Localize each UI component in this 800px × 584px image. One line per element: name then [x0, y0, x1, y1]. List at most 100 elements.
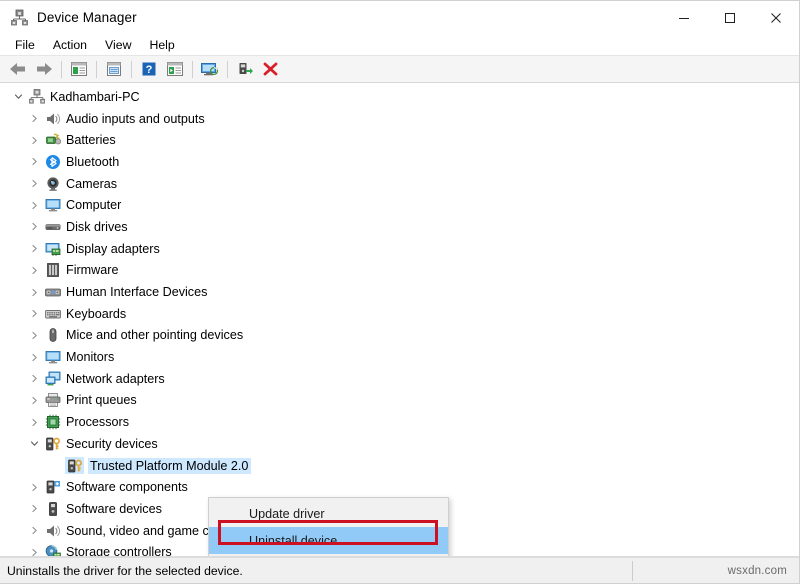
tree-item[interactable]: Security devices — [0, 433, 799, 455]
svg-text:?: ? — [146, 64, 153, 76]
context-menu-update-driver[interactable]: Update driver — [209, 500, 448, 527]
forward-button[interactable] — [31, 57, 57, 81]
back-button[interactable] — [5, 57, 31, 81]
device-tree-panel[interactable]: Kadhambari-PC Audio inputs and outputs Bat… — [0, 83, 799, 557]
chevron-right-icon[interactable] — [26, 396, 43, 405]
monitor-blue-icon — [45, 351, 60, 364]
camera-icon — [46, 176, 59, 191]
tree-item[interactable]: Bluetooth — [0, 151, 799, 173]
chevron-right-icon[interactable] — [26, 157, 43, 166]
tree-item[interactable]: Trusted Platform Module 2.0 — [0, 455, 799, 477]
security-device-icon — [43, 435, 62, 452]
minimize-button[interactable] — [661, 1, 707, 34]
tree-item[interactable]: Cameras — [0, 173, 799, 195]
close-button[interactable] — [753, 1, 799, 34]
security-device-icon — [65, 457, 84, 475]
chevron-right-icon[interactable] — [26, 179, 43, 188]
tree-item[interactable]: Print queues — [0, 390, 799, 412]
chevron-right-icon[interactable] — [26, 309, 43, 318]
tree-item-label: Bluetooth — [66, 154, 120, 169]
chevron-right-icon[interactable] — [26, 504, 43, 513]
properties-button[interactable] — [101, 57, 127, 81]
context-menu[interactable]: Update driver Uninstall device Scan for … — [208, 497, 449, 556]
scan-hardware-changes-button[interactable] — [197, 57, 223, 81]
chevron-right-icon[interactable] — [26, 374, 43, 383]
chevron-right-icon[interactable] — [26, 548, 43, 556]
bluetooth-icon — [45, 154, 60, 169]
tree-item[interactable]: Audio inputs and outputs — [0, 108, 799, 130]
tree-item[interactable]: Display adapters — [0, 238, 799, 260]
chevron-down-icon[interactable] — [26, 439, 43, 448]
status-bar-text: Uninstalls the driver for the selected d… — [7, 563, 243, 578]
console-tree-icon — [71, 62, 87, 76]
toolbar-separator — [192, 60, 193, 78]
hid-icon — [43, 284, 62, 301]
chevron-right-icon[interactable] — [26, 244, 43, 253]
speaker-icon — [43, 110, 62, 127]
tree-item[interactable]: Software components — [0, 476, 799, 498]
tree-item-label: Kadhambari-PC — [50, 89, 140, 104]
security-device-icon — [67, 459, 82, 472]
menu-file[interactable]: File — [6, 36, 44, 54]
chevron-right-icon[interactable] — [26, 483, 43, 492]
chevron-right-icon[interactable] — [26, 222, 43, 231]
tree-item[interactable]: Disk drives — [0, 216, 799, 238]
tree-item-label: Software devices — [66, 501, 162, 516]
tree-item[interactable]: Keyboards — [0, 303, 799, 325]
chevron-right-icon[interactable] — [26, 136, 43, 145]
tree-item-label: Sound, video and game con — [66, 523, 223, 538]
properties-window-icon — [107, 62, 121, 76]
help-button[interactable]: ? — [136, 57, 162, 81]
chevron-right-icon[interactable] — [26, 114, 43, 123]
update-driver-button[interactable] — [162, 57, 188, 81]
menu-action[interactable]: Action — [44, 36, 96, 54]
tree-item[interactable]: Kadhambari-PC — [0, 86, 799, 108]
tree-item[interactable]: Network adapters — [0, 368, 799, 390]
chevron-right-icon[interactable] — [26, 353, 43, 362]
tree-item[interactable]: Monitors — [0, 346, 799, 368]
title-bar: Device Manager — [0, 1, 799, 34]
chevron-right-icon[interactable] — [26, 418, 43, 427]
chevron-right-icon[interactable] — [26, 201, 43, 210]
device-manager-icon — [10, 9, 28, 27]
tree-item-label: Audio inputs and outputs — [66, 111, 205, 126]
chevron-right-icon[interactable] — [26, 331, 43, 340]
software-device-icon — [48, 502, 57, 516]
chevron-right-icon[interactable] — [26, 288, 43, 297]
enable-device-button[interactable] — [232, 57, 258, 81]
tree-item[interactable]: Computer — [0, 194, 799, 216]
enable-device-icon — [239, 63, 253, 74]
toolbar-separator — [96, 60, 97, 78]
tree-item-label: Print queues — [66, 393, 137, 408]
maximize-button[interactable] — [707, 1, 753, 34]
question-mark-icon: ? — [142, 62, 156, 76]
sound-video-icon — [43, 522, 62, 539]
toolbar-separator — [131, 60, 132, 78]
tree-item[interactable]: Human Interface Devices — [0, 281, 799, 303]
status-bar-divider — [632, 561, 633, 581]
context-menu-uninstall-device[interactable]: Uninstall device — [209, 527, 448, 554]
uninstall-device-button[interactable] — [258, 57, 284, 81]
menu-bar: File Action View Help — [0, 34, 799, 56]
tree-item-label: Software components — [66, 480, 188, 495]
chevron-right-icon[interactable] — [26, 526, 43, 535]
display-adapter-icon — [45, 242, 60, 256]
disk-drive-icon — [43, 218, 62, 235]
tree-item-label: Monitors — [66, 350, 115, 365]
bluetooth-icon — [43, 153, 62, 170]
display-adapter-icon — [43, 240, 62, 257]
chevron-down-icon[interactable] — [10, 92, 27, 101]
security-device-icon — [45, 437, 60, 451]
tree-item[interactable]: Processors — [0, 411, 799, 433]
tree-item[interactable]: Firmware — [0, 260, 799, 282]
show-hide-console-tree-button[interactable] — [66, 57, 92, 81]
toolbar-separator — [61, 60, 62, 78]
network-adapter-icon — [45, 371, 60, 386]
tree-item-label: Cameras — [66, 176, 118, 191]
menu-view[interactable]: View — [96, 36, 140, 54]
computer-network-icon — [28, 88, 45, 104]
menu-help[interactable]: Help — [140, 36, 183, 54]
tree-item[interactable]: Batteries — [0, 129, 799, 151]
chevron-right-icon[interactable] — [26, 266, 43, 275]
tree-item[interactable]: Mice and other pointing devices — [0, 325, 799, 347]
